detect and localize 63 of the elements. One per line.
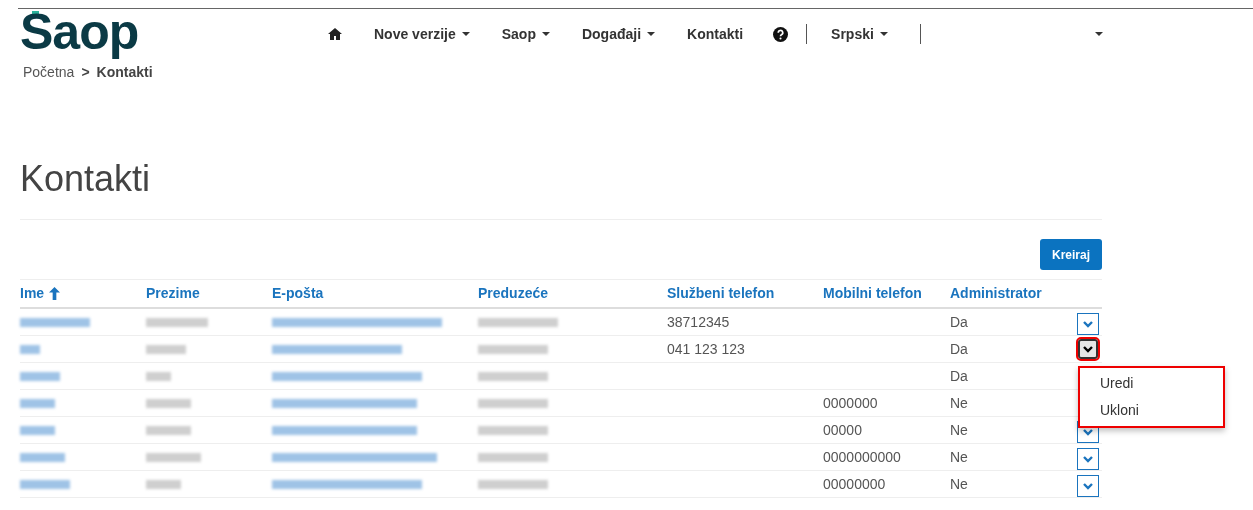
breadcrumb-link[interactable]: Početna — [23, 62, 75, 83]
table-cell: Ne — [950, 448, 968, 465]
sort-arrow-icon[interactable] — [49, 287, 61, 300]
table-cell: Ne — [950, 394, 968, 411]
table-cell: Da — [950, 367, 968, 384]
blurred-text — [146, 479, 181, 489]
blurred-text — [478, 452, 548, 462]
blurred-text — [146, 317, 208, 327]
column-header[interactable]: Ime — [20, 283, 45, 304]
menu-item[interactable]: Uredi — [1080, 370, 1223, 397]
nav-link[interactable]: Kontakti — [687, 23, 744, 45]
table-cell: 041 123 123 — [667, 340, 745, 357]
table-cell: Ne — [950, 421, 968, 438]
blurred-text — [20, 425, 55, 435]
blurred-text — [478, 371, 548, 381]
logo[interactable]: Saop — [20, 7, 139, 57]
nav-menu[interactable]: Događaji — [581, 23, 656, 45]
blurred-text — [478, 398, 548, 408]
help-icon[interactable] — [773, 26, 789, 42]
table-cell: Da — [950, 313, 968, 330]
chevron-down-icon[interactable] — [1083, 345, 1093, 353]
table-cell: 0000000 — [823, 394, 878, 411]
menu-item[interactable]: Ukloni — [1080, 397, 1223, 424]
table-cell: 00000000 — [823, 475, 886, 492]
blurred-text — [20, 452, 65, 462]
caret-icon[interactable] — [541, 32, 550, 36]
nav-menu[interactable]: Nove verzije — [374, 23, 470, 45]
blurred-text — [146, 344, 186, 354]
breadcrumb-link[interactable]: Kontakti — [96, 62, 153, 83]
row-menu-button[interactable] — [1078, 339, 1098, 359]
home-icon[interactable] — [328, 28, 342, 40]
blurred-text — [20, 317, 90, 327]
blurred-text — [20, 371, 60, 381]
table-cell: Ne — [950, 475, 968, 492]
table-cell: 00000 — [823, 421, 862, 438]
caret-icon[interactable] — [1095, 32, 1103, 36]
blurred-text — [20, 479, 70, 489]
blurred-text — [146, 452, 201, 462]
blurred-text — [146, 371, 171, 381]
blurred-text — [20, 398, 55, 408]
page-title: Kontakti — [20, 161, 1102, 220]
caret-icon[interactable] — [879, 32, 888, 36]
nav-menu[interactable]: Saop — [501, 23, 550, 45]
table-cell: 38712345 — [667, 313, 730, 330]
column-header[interactable]: Preduzeće — [478, 283, 549, 304]
blurred-text — [146, 398, 191, 408]
nav-menu[interactable]: Srpski — [831, 23, 888, 45]
blurred-text — [478, 479, 548, 489]
blurred-text — [478, 344, 548, 354]
column-header[interactable]: Prezime — [146, 283, 200, 304]
column-header[interactable]: Mobilni telefon — [823, 283, 922, 304]
table-cell: 0000000000 — [823, 448, 901, 465]
caret-icon[interactable] — [647, 32, 656, 36]
column-header[interactable]: Administrator — [950, 283, 1042, 304]
breadcrumb-separator: > — [81, 63, 90, 82]
caret-icon[interactable] — [461, 32, 470, 36]
create-button[interactable]: Kreiraj — [1039, 239, 1102, 270]
column-header[interactable]: E-pošta — [272, 283, 324, 304]
blurred-text — [20, 344, 40, 354]
blurred-text — [146, 425, 191, 435]
column-header[interactable]: Službeni telefon — [667, 283, 775, 304]
table-cell: Da — [950, 340, 968, 357]
blurred-text — [478, 425, 548, 435]
